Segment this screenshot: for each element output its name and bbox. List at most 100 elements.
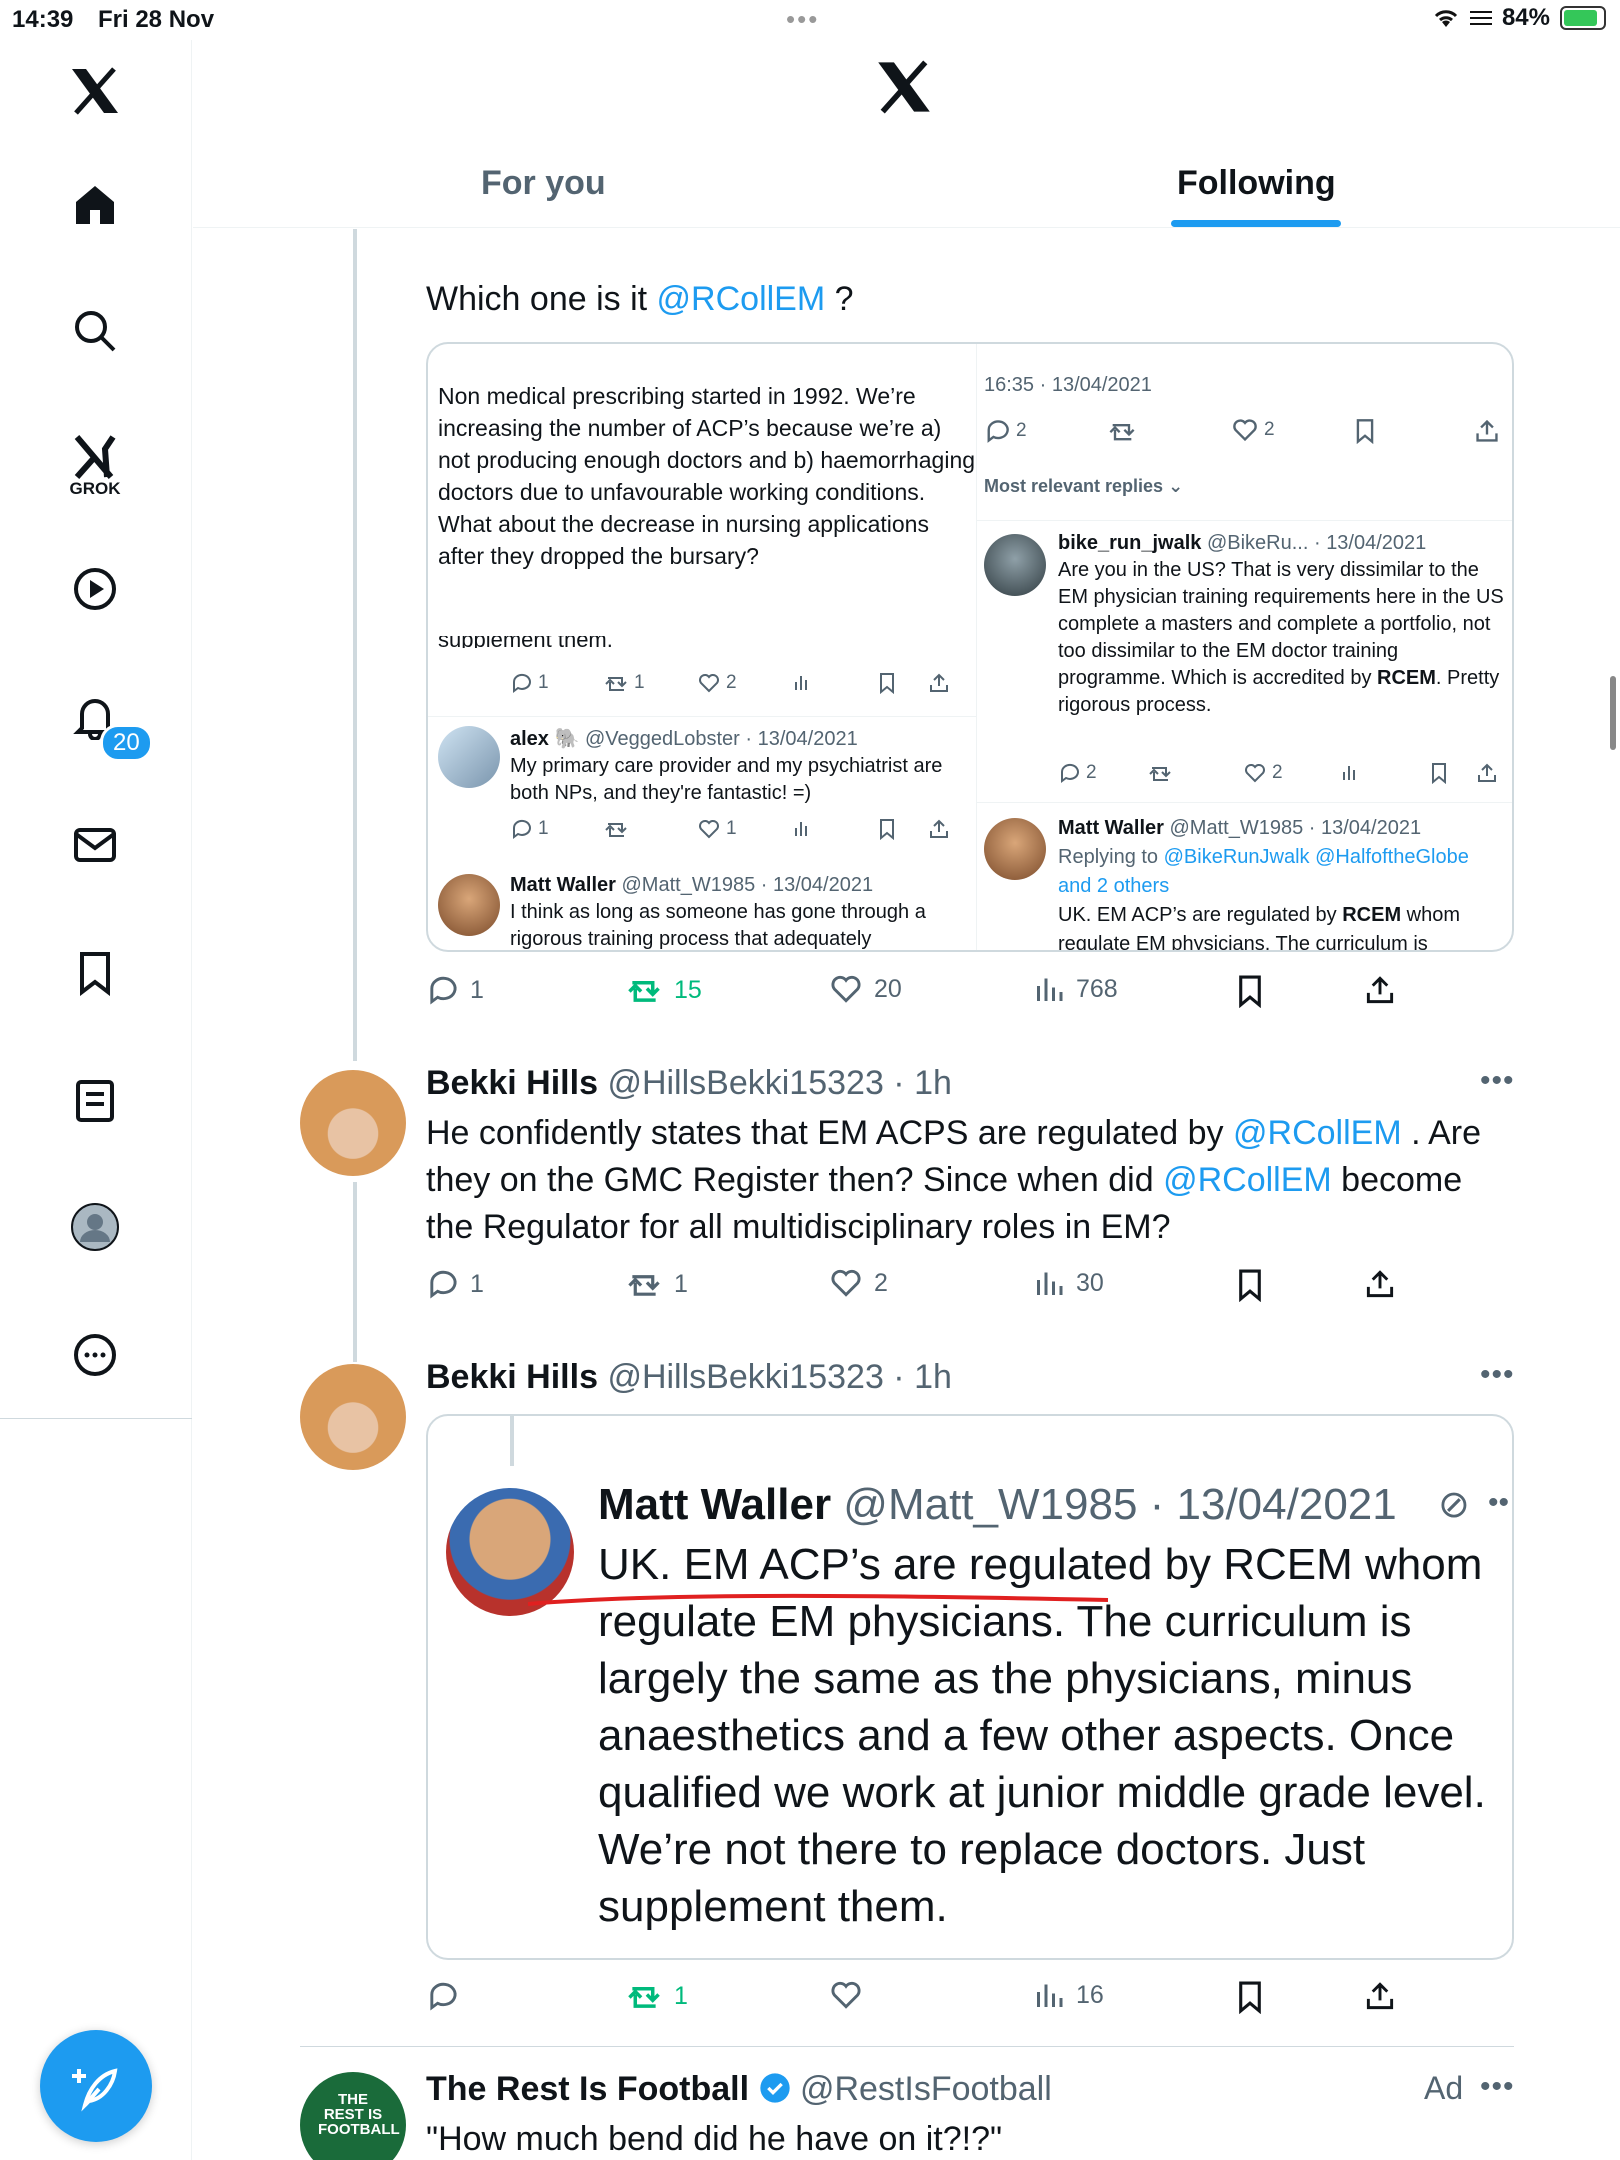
mention-link[interactable]: @RCollEM — [1163, 1161, 1332, 1199]
video-icon[interactable] — [66, 560, 124, 618]
scrollbar[interactable] — [1610, 676, 1616, 750]
home-icon[interactable] — [66, 176, 124, 234]
mention-link[interactable]: @RCollEM — [1233, 1114, 1402, 1152]
like-button[interactable] — [830, 1980, 862, 2010]
bookmark-icon — [1239, 1269, 1261, 1302]
status-date: Fri 28 Nov — [98, 6, 215, 33]
x-logo-icon[interactable] — [66, 62, 124, 120]
tweet3-header: Bekki Hills @HillsBekki15323 · 1h — [426, 1358, 952, 1397]
more-options-button[interactable]: ••• — [1480, 1358, 1515, 1392]
mini-repost-icon — [604, 818, 628, 840]
reply-button[interactable]: 1 — [426, 1268, 484, 1300]
share-button[interactable] — [1364, 1268, 1396, 1300]
views-button[interactable]: 768 — [1034, 974, 1118, 1004]
mini-like-icon: 2 — [698, 672, 737, 694]
bike-reply: bike_run_jwalk @BikeRu... · 13/04/2021 A… — [1058, 532, 1504, 716]
tweet2-actions: 1 1 2 30 — [426, 1268, 1426, 1308]
tab-for-you[interactable]: For you — [481, 164, 606, 203]
tab-following[interactable]: Following — [1177, 164, 1336, 203]
status-right: 84% — [1432, 4, 1606, 32]
embed-left-text: Non medical prescribing started in 1992.… — [438, 383, 976, 569]
multitasking-dots[interactable]: ••• — [786, 4, 819, 35]
views-chart-icon — [1037, 978, 1063, 1001]
cut-text: supplement them. — [438, 636, 613, 648]
author-handle: @HillsBekki15323 · 1h — [607, 1358, 952, 1396]
repost-button[interactable]: 1 — [626, 1268, 688, 1300]
mini-bookmark-icon — [1354, 418, 1376, 444]
share-icon — [1366, 1270, 1394, 1298]
timeline-tabs: For you Following — [193, 140, 1620, 228]
mini-repost-icon: 1 — [604, 672, 645, 694]
mini-like-icon: 1 — [698, 818, 737, 840]
repost-button[interactable]: 15 — [626, 974, 702, 1006]
tweet3-actions: 1 16 — [426, 1980, 1426, 2020]
tweet1-image[interactable]: Non medical prescribing started in 1992.… — [426, 342, 1514, 952]
reply-icon — [430, 1270, 457, 1299]
reply-button[interactable] — [426, 1980, 458, 2012]
embed-timestamp: 16:35 · 13/04/2021 — [984, 374, 1152, 396]
more-dots-icon: •• — [1488, 1486, 1510, 1519]
avatar — [438, 726, 500, 788]
header-x-logo-icon[interactable] — [876, 60, 932, 119]
grok-icon[interactable]: GROK — [66, 424, 124, 508]
mini-share-icon — [1476, 762, 1498, 784]
grok-circle-icon: ⊘ — [1438, 1484, 1470, 1526]
lists-icon[interactable] — [66, 1072, 124, 1130]
most-relevant-replies: Most relevant replies ⌄ — [984, 476, 1184, 496]
repost-icon — [628, 980, 660, 1002]
mini-share-icon — [1474, 418, 1500, 444]
avatar[interactable] — [300, 1070, 406, 1176]
battery-icon — [1560, 6, 1606, 30]
share-button[interactable] — [1364, 1980, 1396, 2012]
wifi-icon — [1434, 10, 1458, 27]
more-options-icon[interactable] — [66, 1326, 124, 1384]
tweet1-text: Which one is it @RCollEM ? — [426, 280, 854, 318]
notifications-badge: 20 — [100, 724, 153, 762]
views-button[interactable]: 16 — [1034, 1980, 1104, 2010]
author-handle: @RestIsFootball — [799, 2070, 1052, 2108]
mini-reply-icon: 1 — [510, 818, 549, 840]
bookmark-button[interactable] — [1236, 974, 1264, 1008]
compose-post-button[interactable] — [40, 2030, 152, 2142]
like-button[interactable]: 20 — [830, 974, 902, 1004]
author-name[interactable]: The Rest Is Football — [426, 2070, 749, 2108]
tweet3-image[interactable]: Matt Waller @Matt_W1985 · 13/04/2021 ⊘ •… — [426, 1414, 1514, 1960]
bookmarks-icon[interactable] — [66, 944, 124, 1002]
views-button[interactable]: 30 — [1034, 1268, 1104, 1298]
tweet2-text: He confidently states that EM ACPS are r… — [426, 1114, 1482, 1246]
logo-text: THE REST IS FOOTBALL — [318, 2091, 400, 2138]
reply-icon — [430, 976, 457, 1005]
views-chart-icon — [1037, 1984, 1063, 2007]
author-name[interactable]: Bekki Hills — [426, 1358, 598, 1396]
share-icon — [1366, 1982, 1394, 2010]
embed-header: Matt Waller @Matt_W1985 · 13/04/2021 — [598, 1480, 1397, 1529]
more-options-button[interactable]: ••• — [1480, 2070, 1515, 2104]
mini-reply-icon: 1 — [510, 672, 549, 694]
reply-button[interactable]: 1 — [426, 974, 484, 1006]
author-name[interactable]: Bekki Hills — [426, 1064, 598, 1102]
avatar — [438, 874, 500, 936]
battery-percent: 84% — [1501, 4, 1550, 31]
tweet1-actions: 1 15 20 768 — [426, 974, 1426, 1014]
more-options-button[interactable]: ••• — [1480, 1064, 1515, 1098]
bookmark-button[interactable] — [1236, 1268, 1264, 1302]
matt-reply-left: Matt Waller @Matt_W1985 · 13/04/2021 I t… — [510, 874, 926, 950]
share-button[interactable] — [1364, 974, 1396, 1006]
repost-button[interactable]: 1 — [626, 1980, 688, 2012]
grok-label: GROK — [69, 479, 121, 498]
mini-views-icon — [792, 818, 812, 838]
status-time: 14:39 — [12, 6, 74, 33]
messages-icon[interactable] — [66, 816, 124, 874]
like-button[interactable]: 2 — [830, 1268, 888, 1298]
bookmark-button[interactable] — [1236, 1980, 1264, 2014]
mention-link[interactable]: @RCollEM — [657, 280, 826, 318]
thread-line — [353, 229, 357, 1061]
status-bar: 14:39 Fri 28 Nov ••• 84% — [0, 0, 1620, 40]
search-icon[interactable] — [66, 302, 124, 360]
profile-avatar-icon[interactable] — [66, 1198, 124, 1256]
avatar[interactable]: THE REST IS FOOTBALL — [300, 2072, 406, 2160]
tweet4-text: "How much bend did he have on it?!?" — [426, 2120, 1003, 2158]
mini-views-icon — [792, 672, 812, 692]
sidebar-separator — [0, 1418, 192, 1419]
avatar[interactable] — [300, 1364, 406, 1470]
